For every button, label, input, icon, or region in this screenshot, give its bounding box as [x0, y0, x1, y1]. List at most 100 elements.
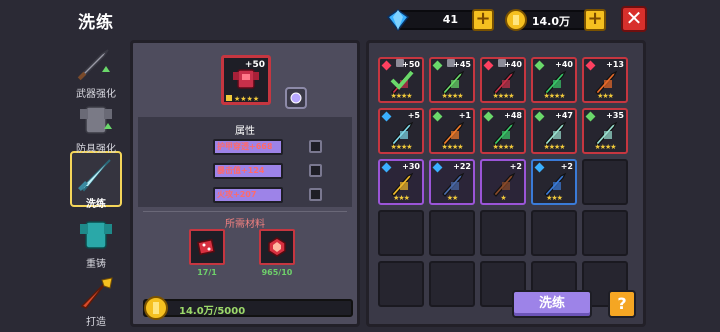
inventory-item[interactable]: +35 ★★★★ [582, 108, 628, 154]
gold-cost: 14.0万/5000 [179, 306, 246, 317]
item-level: +13 [606, 60, 624, 69]
item-stars: ★★★★ [492, 143, 514, 151]
item-level: +50 [244, 60, 265, 70]
attribute-row: 暴击值+124 [213, 163, 283, 179]
attribute-lock-checkbox[interactable] [309, 188, 322, 201]
item-level: +48 [504, 111, 522, 120]
inventory-item[interactable]: +22 ★★ [429, 159, 475, 205]
attribute-title: 属性 [235, 126, 255, 137]
item-level: +45 [453, 60, 471, 69]
item-stars: ★★★ [393, 194, 410, 202]
selected-item-slot[interactable]: +50 ★★★★ [221, 55, 271, 105]
inventory-item[interactable]: +48 ★★★★ [480, 108, 526, 154]
material-slot[interactable] [189, 229, 225, 265]
help-button[interactable]: ? [608, 290, 636, 318]
item-stars: ★★★★ [543, 143, 565, 151]
item-stars: ★★★★ [492, 92, 514, 100]
item-stars: ★★★ [597, 92, 614, 100]
item-stars: ★★ [446, 194, 459, 202]
item-stars: ★★★★ [390, 143, 412, 151]
item-stars: ★★★★ [543, 92, 565, 100]
inventory-empty-slot[interactable] [531, 210, 577, 256]
item-level: +1 [458, 111, 471, 120]
item-level: +2 [560, 162, 573, 171]
red-gem-icon [268, 237, 286, 257]
close-button[interactable]: ✕ [621, 6, 647, 32]
item-level: +22 [453, 162, 471, 171]
item-level: +40 [555, 60, 573, 69]
gem-count: 41 [442, 13, 458, 26]
diamond-icon [386, 9, 410, 32]
item-stars: ★★★★ [441, 143, 463, 151]
inventory-item[interactable]: +5 ★★★★ [378, 108, 424, 154]
reforge-armor-icon [80, 221, 112, 249]
inventory-empty-slot[interactable] [378, 261, 424, 307]
inventory-item[interactable]: +47 ★★★★ [531, 108, 577, 154]
nav-item-forge[interactable]: 打造 [70, 274, 122, 328]
inventory-item[interactable]: +30 ★★★ [378, 159, 424, 205]
item-stars: ★★★ [546, 194, 563, 202]
gold-count: 14.0万 [531, 15, 570, 28]
item-level: +5 [407, 111, 420, 120]
nav-label: 重铸 [86, 259, 106, 270]
inventory-item[interactable]: +2 ★★★ [531, 159, 577, 205]
inventory-item[interactable]: +50 ★★★★ [378, 57, 424, 103]
armor-icon [80, 106, 112, 134]
lock-icon [226, 95, 232, 101]
nav-item-refine[interactable]: 洗练 [70, 156, 122, 210]
inventory-empty-slot[interactable] [378, 210, 424, 256]
nav-label: 防具强化 [76, 144, 116, 155]
nav-item-armor-upgrade[interactable]: 防具强化 [70, 101, 122, 155]
gold-counter: 14.0万 + [505, 9, 606, 31]
inventory-item[interactable]: +1 ★★★★ [429, 108, 475, 154]
refine-button[interactable]: 洗练 [512, 290, 592, 318]
inventory-item[interactable]: +13 ★★★ [582, 57, 628, 103]
materials-title: 所需材料 [225, 219, 265, 230]
inventory-empty-slot[interactable] [480, 210, 526, 256]
item-level: +50 [402, 60, 420, 69]
gold-coin-icon [505, 9, 527, 31]
attribute-lock-checkbox[interactable] [309, 164, 322, 177]
item-stars: ★★★★ [234, 95, 260, 103]
red-dice-icon [197, 238, 215, 256]
attribute-row: 火攻+207 [213, 187, 283, 203]
sword-icon [77, 49, 110, 81]
page-title: 洗练 [78, 13, 114, 33]
material-count: 17/1 [197, 268, 217, 277]
inventory-empty-slot[interactable] [429, 210, 475, 256]
inventory-item[interactable]: +40 ★★★★ [480, 57, 526, 103]
item-stars: ★★★★ [390, 92, 412, 100]
item-level: +47 [555, 111, 573, 120]
item-stars: ★★★★ [594, 143, 616, 151]
nav-label: 洗练 [86, 199, 106, 210]
gem-select-button[interactable] [285, 87, 307, 109]
add-gold-button[interactable]: + [584, 9, 606, 31]
nav-label: 武器强化 [76, 89, 116, 100]
refine-sword-icon [78, 159, 111, 192]
inventory-item[interactable]: +2 ★ [480, 159, 526, 205]
gold-coin-icon [144, 296, 168, 320]
item-level: +2 [509, 162, 522, 171]
material-slot[interactable] [259, 229, 295, 265]
divider [143, 211, 347, 212]
nav-item-reforge[interactable]: 重铸 [70, 216, 122, 270]
item-stars: ★ [500, 194, 506, 202]
checkmark-icon [390, 70, 414, 90]
inventory-item[interactable]: +45 ★★★★ [429, 57, 475, 103]
inventory-empty-slot[interactable] [582, 159, 628, 205]
gem-counter: 41 + [386, 9, 494, 32]
add-gems-button[interactable]: + [472, 9, 494, 31]
nav-item-weapon-upgrade[interactable]: 武器强化 [70, 46, 122, 100]
refine-panel: +50 ★★★★ 属性 护甲穿透+668 暴击值+124 火攻+207 所需材料… [130, 40, 360, 327]
inventory-item[interactable]: +40 ★★★★ [531, 57, 577, 103]
attribute-row: 护甲穿透+668 [213, 139, 283, 155]
inventory-empty-slot[interactable] [582, 210, 628, 256]
gold-cost-bar: 14.0万/5000 [143, 296, 353, 320]
item-level: +35 [606, 111, 624, 120]
item-level: +30 [402, 162, 420, 171]
forge-hammer-icon [80, 277, 113, 309]
attribute-lock-checkbox[interactable] [309, 140, 322, 153]
item-level: +40 [504, 60, 522, 69]
inventory-empty-slot[interactable] [429, 261, 475, 307]
item-stars: ★★★★ [441, 92, 463, 100]
